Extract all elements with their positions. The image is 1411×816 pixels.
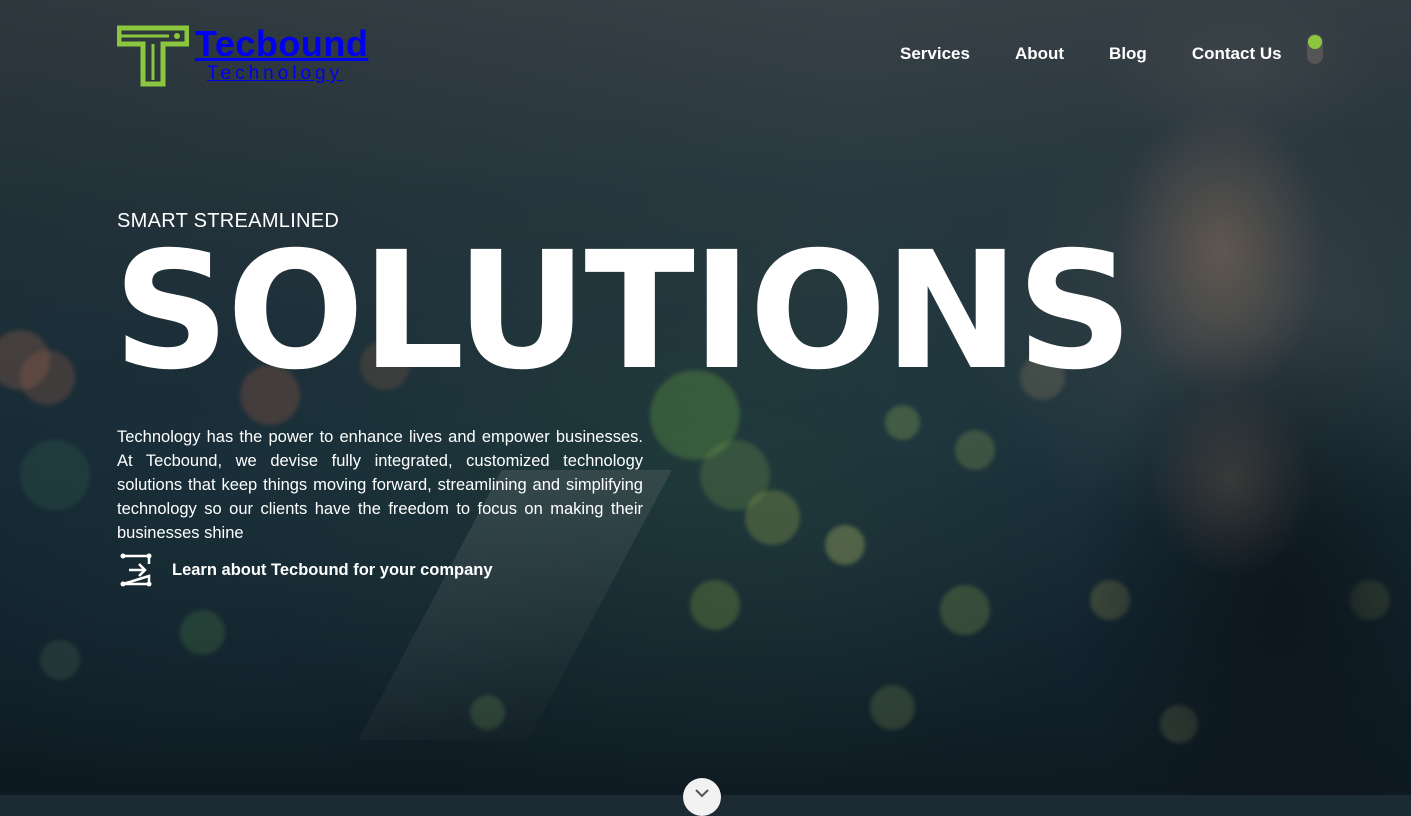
hero-headline: SOLUTIONS (113, 218, 1133, 406)
main-nav: Services About Blog Contact Us (900, 44, 1282, 64)
nav-item-about[interactable]: About (1015, 44, 1064, 64)
toggle-knob (1308, 35, 1322, 49)
nav-item-services[interactable]: Services (900, 44, 970, 64)
brand-logo[interactable]: Tecbound Technology (117, 24, 368, 88)
hero-description: Technology has the power to enhance live… (117, 427, 643, 542)
brand-wordmark: Tecbound Technology (195, 24, 368, 84)
theme-toggle[interactable] (1307, 34, 1323, 64)
nav-item-blog[interactable]: Blog (1109, 44, 1147, 64)
tecbound-logo-icon (117, 25, 189, 87)
chevron-down-icon (695, 789, 709, 798)
learn-more-link[interactable]: Learn about Tecbound for your company (117, 550, 493, 590)
brand-tagline: Technology (207, 63, 344, 84)
arrow-right-in-box-icon (120, 553, 152, 587)
scroll-down-button[interactable] (683, 778, 721, 816)
brand-name: Tecbound (195, 23, 369, 64)
learn-more-label: Learn about Tecbound for your company (172, 560, 493, 579)
nav-item-contact-us[interactable]: Contact Us (1192, 44, 1282, 64)
